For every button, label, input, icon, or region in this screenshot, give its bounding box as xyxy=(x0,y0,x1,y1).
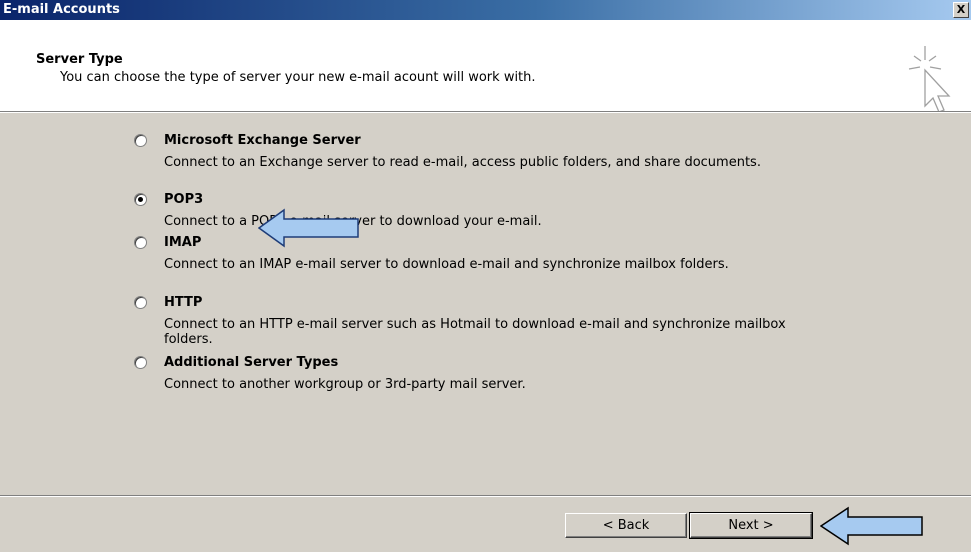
next-button[interactable]: Next > xyxy=(689,512,813,539)
radio-additional[interactable] xyxy=(134,356,147,369)
header-divider xyxy=(0,111,971,113)
radio-imap[interactable] xyxy=(134,236,147,249)
wizard-cursor-sparkle-icon xyxy=(908,46,951,113)
option-description: Connect to an IMAP e-mail server to down… xyxy=(164,257,729,272)
radio-exchange[interactable] xyxy=(134,134,147,147)
title-bar: E-mail Accounts X xyxy=(0,0,971,20)
option-description: Connect to an Exchange server to read e-… xyxy=(164,155,761,170)
back-button[interactable]: < Back xyxy=(565,513,687,538)
close-icon: X xyxy=(956,3,966,16)
page-title: Server Type xyxy=(36,52,123,67)
left-arrow-annotation-icon xyxy=(258,208,359,248)
option-label[interactable]: HTTP xyxy=(164,295,202,310)
option-label[interactable]: Additional Server Types xyxy=(164,355,338,370)
option-label[interactable]: Microsoft Exchange Server xyxy=(164,133,361,148)
option-label[interactable]: POP3 xyxy=(164,192,203,207)
window-title: E-mail Accounts xyxy=(3,2,120,17)
close-button[interactable]: X xyxy=(953,2,969,18)
option-description: Connect to an HTTP e-mail server such as… xyxy=(164,317,786,347)
radio-http[interactable] xyxy=(134,296,147,309)
wizard-header: Server Type You can choose the type of s… xyxy=(0,20,971,113)
footer-divider xyxy=(0,495,971,497)
page-subtitle: You can choose the type of server your n… xyxy=(60,70,536,85)
option-label[interactable]: IMAP xyxy=(164,235,201,250)
radio-pop3[interactable] xyxy=(134,193,147,206)
left-arrow-annotation-icon xyxy=(820,506,923,546)
option-description: Connect to another workgroup or 3rd-part… xyxy=(164,377,526,392)
